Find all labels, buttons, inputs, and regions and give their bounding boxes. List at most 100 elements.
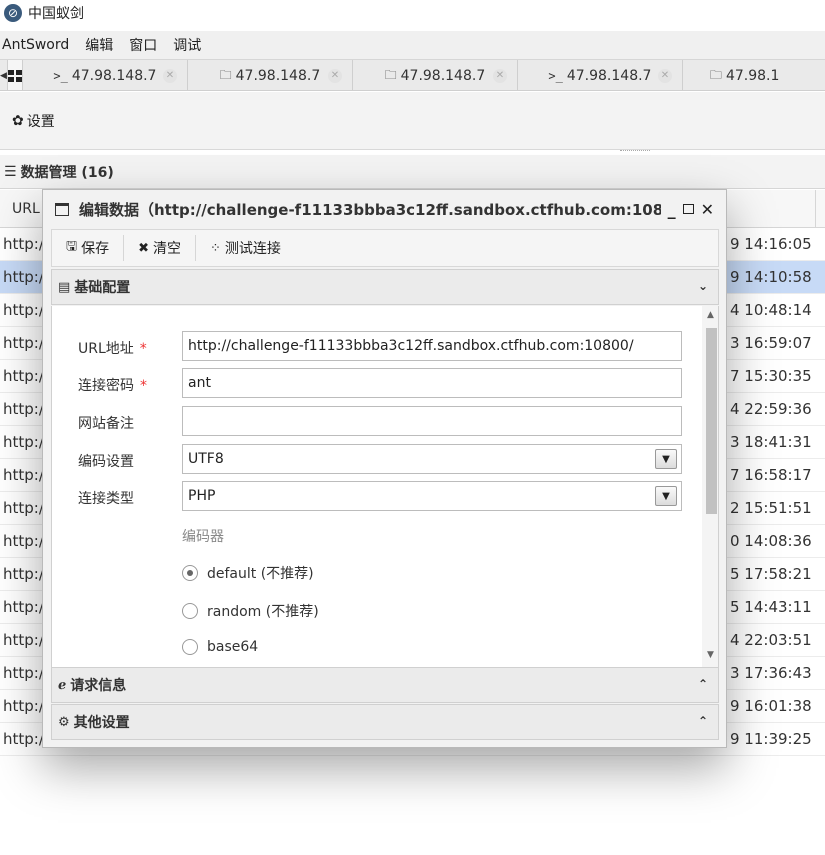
encoder-option-random[interactable]: random (不推荐) bbox=[182, 601, 319, 621]
row-url: http:/ bbox=[3, 301, 44, 319]
column-separator bbox=[815, 190, 816, 228]
settings-button[interactable]: 设置 bbox=[27, 111, 55, 131]
scroll-down-icon[interactable]: ▼ bbox=[702, 650, 718, 660]
data-panel-title: 数据管理 (16) bbox=[20, 164, 114, 181]
tab-folder-1[interactable]: 🗀 47.98.148.7 ✕ bbox=[188, 60, 353, 90]
section-other-settings[interactable]: ⚙ 其他设置 ⌃ bbox=[51, 704, 719, 740]
test-connection-button[interactable]: ⁘ 测试连接 bbox=[210, 235, 295, 261]
section-basic-title: 基础配置 bbox=[74, 280, 131, 296]
note-input[interactable] bbox=[182, 406, 682, 436]
gears-icon: ⚙ bbox=[58, 714, 70, 730]
row-timestamp: 2 15:51:51 bbox=[730, 499, 812, 517]
url-input[interactable] bbox=[182, 331, 682, 361]
close-icon[interactable]: ✕ bbox=[657, 69, 672, 83]
encoder-option-label: random (不推荐) bbox=[207, 604, 319, 620]
row-timestamp: 4 22:59:36 bbox=[730, 400, 812, 418]
antsword-logo-icon: ⊘ bbox=[4, 4, 22, 22]
row-url: http:/ bbox=[3, 499, 44, 517]
chevron-down-icon[interactable]: ▼ bbox=[655, 449, 677, 469]
row-url: http:/ bbox=[3, 565, 44, 583]
row-url: http:/ bbox=[3, 631, 44, 649]
section-other-title: 其他设置 bbox=[73, 715, 130, 731]
clear-label: 清空 bbox=[152, 241, 181, 257]
dialog-titlebar[interactable]: 编辑数据（http://challenge-f11133bbba3c12ff.s… bbox=[43, 190, 726, 228]
form-scrollbar[interactable]: ▲ ▼ bbox=[702, 306, 718, 667]
row-url: http:/ bbox=[3, 334, 44, 352]
menu-edit[interactable]: 编辑 bbox=[83, 35, 121, 55]
dialog-controls: _ ✕ bbox=[661, 200, 714, 219]
section-basic-config[interactable]: ▤ 基础配置 ⌄ bbox=[51, 269, 719, 305]
row-timestamp: 9 11:39:25 bbox=[730, 730, 812, 748]
chevron-up-icon[interactable]: ⌃ bbox=[698, 714, 708, 728]
row-url: http:/ bbox=[3, 268, 44, 286]
tab-label: 47.98.1 bbox=[725, 68, 780, 84]
row-url: http:/ bbox=[3, 664, 44, 682]
tab-strip: ◀ >_ 47.98.148.7 ✕ 🗀 47.98.148.7 ✕ 🗀 47.… bbox=[0, 59, 825, 91]
grid-icon bbox=[7, 70, 22, 82]
scroll-up-icon[interactable]: ▲ bbox=[702, 310, 718, 320]
encoding-row: 编码设置 UTF8 ▼ bbox=[52, 444, 702, 476]
row-timestamp: 9 16:01:38 bbox=[730, 697, 812, 715]
close-icon[interactable]: ✕ bbox=[162, 69, 177, 83]
tab-home[interactable] bbox=[7, 60, 23, 90]
row-timestamp: 4 22:03:51 bbox=[730, 631, 812, 649]
required-mark: * bbox=[140, 378, 147, 394]
gear-icon: ✿ bbox=[12, 112, 24, 129]
row-url: http:/ bbox=[3, 400, 44, 418]
column-header-url[interactable]: URL bbox=[12, 201, 40, 217]
edit-data-dialog: 编辑数据（http://challenge-f11133bbba3c12ff.s… bbox=[42, 189, 727, 748]
close-icon[interactable]: ✕ bbox=[492, 69, 507, 83]
encoder-option-base64[interactable]: base64 bbox=[182, 639, 258, 655]
maximize-icon[interactable] bbox=[682, 204, 694, 214]
splitter-handle[interactable] bbox=[620, 150, 650, 153]
chevron-up-icon[interactable]: ⌃ bbox=[698, 677, 708, 691]
connection-type-select[interactable]: PHP ▼ bbox=[182, 481, 682, 511]
tab-terminal-2[interactable]: >_ 47.98.148.7 ✕ bbox=[518, 60, 683, 90]
list-icon: ☰ bbox=[4, 163, 17, 180]
tab-label: 47.98.148.7 bbox=[71, 68, 157, 84]
row-url: http:/ bbox=[3, 598, 44, 616]
radio-button[interactable] bbox=[182, 639, 198, 655]
row-url: http:/ bbox=[3, 697, 44, 715]
encoding-select[interactable]: UTF8 ▼ bbox=[182, 444, 682, 474]
tab-terminal-1[interactable]: >_ 47.98.148.7 ✕ bbox=[23, 60, 188, 90]
test-connection-label: 测试连接 bbox=[224, 241, 281, 257]
save-label: 保存 bbox=[81, 241, 110, 257]
tab-label: 47.98.148.7 bbox=[235, 68, 321, 84]
clear-button[interactable]: ✖ 清空 bbox=[138, 235, 196, 261]
close-icon[interactable]: ✕ bbox=[327, 69, 342, 83]
chevron-down-icon[interactable]: ⌄ bbox=[698, 279, 708, 293]
menu-window[interactable]: 窗口 bbox=[127, 35, 165, 55]
row-timestamp: 5 17:58:21 bbox=[730, 565, 812, 583]
window-titlebar: ⊘ 中国蚁剑 bbox=[0, 0, 825, 26]
chevron-down-icon[interactable]: ▼ bbox=[655, 486, 677, 506]
section-request-info[interactable]: ℯ 请求信息 ⌃ bbox=[51, 667, 719, 703]
encoder-option-default[interactable]: default (不推荐) bbox=[182, 563, 314, 583]
url-label: URL地址 * bbox=[78, 341, 147, 357]
menu-antsword[interactable]: AntSword bbox=[0, 37, 77, 53]
row-timestamp: 0 14:08:36 bbox=[730, 532, 812, 550]
terminal-icon: >_ bbox=[548, 69, 563, 83]
settings-toolbar: ✿ 设置 bbox=[0, 92, 825, 150]
row-timestamp: 7 16:58:17 bbox=[730, 466, 812, 484]
menu-debug[interactable]: 调试 bbox=[171, 35, 209, 55]
close-icon[interactable]: ✕ bbox=[701, 200, 714, 219]
save-button[interactable]: 🖫 保存 bbox=[66, 235, 125, 261]
save-icon: 🖫 bbox=[66, 239, 78, 254]
tab-scroll-left-icon[interactable]: ◀ bbox=[0, 60, 8, 90]
folder-icon: 🗀 bbox=[384, 67, 397, 82]
row-timestamp: 9 14:16:05 bbox=[730, 235, 812, 253]
url-row: URL地址 * bbox=[52, 331, 702, 363]
tab-folder-2[interactable]: 🗀 47.98.148.7 ✕ bbox=[353, 60, 518, 90]
terminal-icon: >_ bbox=[53, 69, 68, 83]
radio-button[interactable] bbox=[182, 565, 198, 581]
radio-button[interactable] bbox=[182, 603, 198, 619]
encoder-option-label: default (不推荐) bbox=[207, 566, 314, 582]
password-row: 连接密码 * bbox=[52, 368, 702, 400]
row-url: http:/ bbox=[3, 730, 44, 748]
password-input[interactable] bbox=[182, 368, 682, 398]
tab-folder-3[interactable]: 🗀 47.98.1 bbox=[683, 60, 825, 90]
minimize-icon[interactable]: _ bbox=[668, 200, 676, 219]
scrollbar-thumb[interactable] bbox=[706, 328, 717, 514]
x-icon: ✖ bbox=[138, 240, 149, 256]
